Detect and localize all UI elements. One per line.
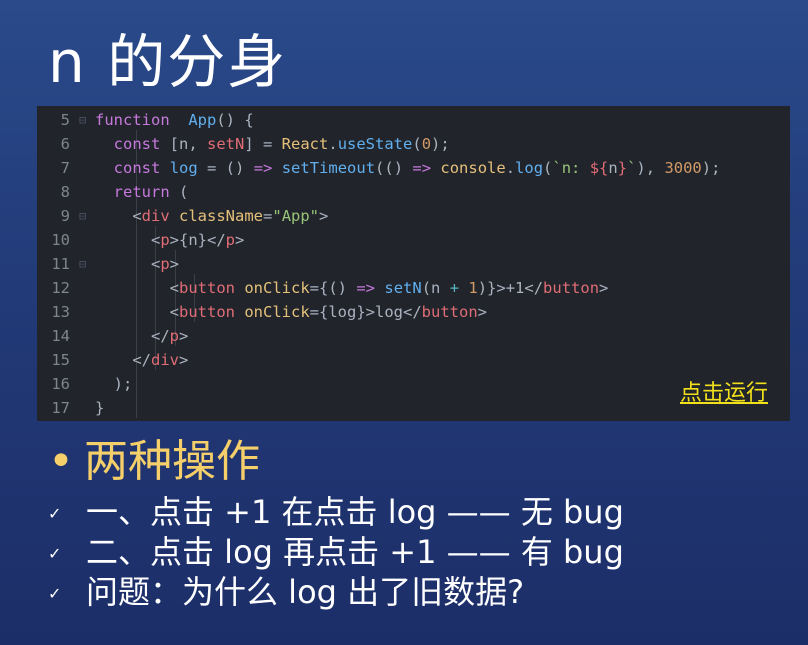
code-text: <div className="App"> [95,207,329,225]
sub-bullet: ✓ 二、点击 log 再点击 +1 —— 有 bug [48,532,624,572]
sub-bullet-text: 问题：为什么 log 出了旧数据? [86,573,525,611]
code-text: const log = () => setTimeout(() => conso… [113,159,721,177]
line-number: 12 [51,279,70,297]
line-number: 5 [60,111,70,129]
sub-bullet-text: 二、点击 log 再点击 +1 —— 有 bug [86,533,624,571]
code-text: <p> [95,255,180,273]
code-editor: 5 ⊟ function App() { 6 const [n, setN] = Re… [37,106,790,421]
sub-bullet: ✓ 一、点击 +1 在点击 log —— 无 bug [48,492,624,532]
line-number: 11 [51,255,70,273]
sub-bullet-text: 一、点击 +1 在点击 log —— 无 bug [86,493,624,531]
check-icon: ✓ [48,544,62,563]
code-text: </p> [95,327,189,345]
sub-bullet: ✓ 问题：为什么 log 出了旧数据? [48,572,524,612]
check-icon: ✓ [48,504,62,523]
code-text: } [95,399,105,417]
line-number: 17 [51,399,70,417]
line-number: 8 [60,183,70,201]
line-number: 7 [60,159,70,177]
line-number: 10 [51,231,70,249]
code-text: <p>{n}</p> [95,231,245,249]
code-text: function App() { [95,111,254,129]
bullet-dot-icon: • [48,436,74,487]
line-number: 15 [51,351,70,369]
main-bullet-text: 两种操作 [84,436,260,487]
line-number: 13 [51,303,70,321]
code-text: <button onClick={() => setN(n + 1)}>+1</… [95,279,609,297]
slide-title: n 的分身 [48,28,288,96]
check-icon: ✓ [48,584,62,603]
fold-marker-icon[interactable]: ⊟ [79,108,86,132]
code-text: </div> [95,351,189,369]
run-link[interactable]: 点击运行 [680,375,768,407]
fold-marker-icon[interactable]: ⊟ [79,204,86,228]
code-text: <button onClick={log}>log</button> [95,303,487,321]
main-bullet: • 两种操作 [48,430,260,494]
line-number: 14 [51,327,70,345]
line-number: 6 [60,135,70,153]
code-text: ); [95,375,133,393]
code-text: return ( [113,183,189,201]
code-text: const [n, setN] = React.useState(0); [113,135,450,153]
line-number: 9 [60,207,70,225]
fold-marker-icon[interactable]: ⊟ [79,252,86,276]
line-number: 16 [51,375,70,393]
